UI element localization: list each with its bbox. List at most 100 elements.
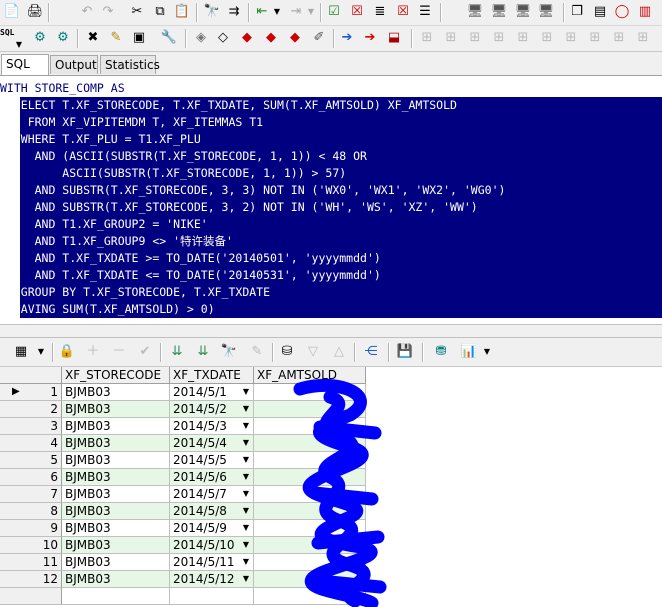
disabled-tool-icon: ⊞ bbox=[637, 30, 649, 45]
chevron-down-icon[interactable]: ▼ bbox=[478, 343, 496, 361]
eraser-clear-icon[interactable]: ◇ bbox=[214, 29, 232, 47]
windows-icon[interactable]: ❐ bbox=[568, 3, 586, 21]
session-connect-icon[interactable]: 🖥 bbox=[490, 3, 508, 21]
session-icon[interactable]: 🖥 bbox=[466, 3, 484, 21]
session-refresh-icon[interactable]: 🖥 bbox=[514, 3, 532, 21]
redo-icon[interactable]: ↷ bbox=[99, 3, 117, 21]
new-file-icon[interactable]: 📄 bbox=[3, 3, 21, 21]
stop-icon[interactable]: ⬓ bbox=[385, 29, 403, 47]
disabled-tool-icon: ⊞ bbox=[493, 30, 505, 45]
sql-line: AND T1.XF_GROUP9 <> '特许装备' bbox=[0, 234, 233, 248]
chevron-down-icon[interactable]: ▼ bbox=[10, 36, 28, 54]
cut-icon[interactable]: ✂ bbox=[128, 3, 146, 21]
remove-row-icon: － bbox=[112, 344, 126, 359]
clear-icon[interactable]: ☒ bbox=[394, 3, 412, 21]
wrench-icon[interactable]: 🔧 bbox=[160, 29, 178, 47]
sql-line: FROM XF_VIPITEMDM T, XF_ITEMMAS T1 bbox=[0, 115, 264, 129]
sql-line: HAVING SUM(T.XF_AMTSOLD) > 0) bbox=[0, 302, 215, 316]
toolbar-separator bbox=[440, 3, 442, 22]
save-icon[interactable]: 💾 bbox=[396, 343, 414, 361]
find-icon[interactable]: 🔭 bbox=[220, 343, 238, 361]
disabled-tool-icon: ⊞ bbox=[469, 30, 481, 45]
brush-icon[interactable]: ✐ bbox=[310, 29, 328, 47]
disabled-tool-icon: ⊞ bbox=[613, 30, 625, 45]
result-grid: XF_STORECODE XF_TXDATE XF_AMTSOLD ▶ 1 BJM… bbox=[0, 367, 662, 607]
tools-icon[interactable]: ✖ bbox=[84, 29, 102, 47]
single-record-icon[interactable]: ⋲ bbox=[362, 343, 380, 361]
uncomment-icon[interactable]: ☒ bbox=[348, 3, 366, 21]
sql-line: AND SUBSTR(T.XF_STORECODE, 3, 3) NOT IN … bbox=[0, 183, 506, 197]
list-icon[interactable]: ☰ bbox=[416, 3, 434, 21]
toolbar-separator bbox=[160, 343, 162, 362]
align-left-icon[interactable]: ≣ bbox=[371, 3, 389, 21]
toolbar-separator bbox=[320, 3, 322, 22]
grid-view-icon[interactable]: ▦ bbox=[12, 343, 30, 361]
eraser-brush-icon[interactable]: ◆ bbox=[286, 29, 304, 47]
sql-line: AND T.XF_TXDATE <= TO_DATE('20140531', '… bbox=[0, 268, 381, 282]
grid-toolbar: ▦ ▼ 🔒 ＋ － ✔ ⇊ ⇊ 🔭 ✎ ⛁ ▽ △ ⋲ 💾 ⛃ 📊 ▼ bbox=[0, 339, 662, 367]
print-icon[interactable]: 🖨 bbox=[26, 3, 44, 21]
sql-editor[interactable]: WITH STORE_COMP AS (SELECT T.XF_STORECOD… bbox=[0, 76, 662, 324]
sql-line: AND (ASCII(SUBSTR(T.XF_STORECODE, 1, 1))… bbox=[0, 149, 367, 163]
format-icon[interactable]: ▣ bbox=[130, 29, 148, 47]
comment-icon[interactable]: ☑ bbox=[325, 3, 343, 21]
next-record-icon: ▽ bbox=[308, 344, 318, 359]
query-by-example-icon[interactable]: ⛁ bbox=[278, 343, 296, 361]
execute-all-icon[interactable]: ⚙ bbox=[54, 29, 72, 47]
tab-output[interactable]: Output bbox=[50, 55, 98, 74]
paste-icon[interactable]: 📋 bbox=[173, 3, 191, 21]
sql-line: AND T1.XF_GROUP2 = 'NIKE' bbox=[0, 217, 208, 231]
session-close-icon[interactable]: 🖥 bbox=[537, 3, 555, 21]
toolbar-separator bbox=[48, 3, 50, 22]
sql-line: ASCII(SUBSTR(T.XF_STORECODE, 1, 1)) > 57… bbox=[0, 166, 347, 180]
sql-toolbar: SQL ▼ ⚙ ⚙ ✖ ✎ ▣ 🔧 ◈ ◇ ◆ ◆ ◆ ✐ ➔ ➔ ⬓ ⊞ ⊞ … bbox=[0, 26, 662, 52]
find-next-icon[interactable]: ⇉ bbox=[225, 3, 243, 21]
chevron-down-icon[interactable]: ▼ bbox=[302, 3, 320, 21]
pdf-icon[interactable]: ▥ bbox=[636, 3, 654, 21]
main-toolbar: 📄 🖨 ↶ ↷ ✂ ⧉ 📋 🔭 ⇉ ⇤ ▼ ⇥ ▼ ☑ ☒ ≣ ☒ ☰ 🖥 🖥 … bbox=[0, 0, 662, 26]
sql-line: WHERE T.XF_PLU = T1.XF_PLU bbox=[0, 132, 201, 146]
disabled-tool-icon: ⊞ bbox=[421, 30, 433, 45]
toolbar-separator bbox=[272, 343, 274, 362]
lock-icon[interactable]: 🔒 bbox=[58, 343, 76, 361]
toolbar-separator bbox=[354, 343, 356, 362]
disabled-tool-icon: ⊞ bbox=[445, 30, 457, 45]
copy-icon[interactable]: ⧉ bbox=[151, 3, 169, 21]
export-icon[interactable]: ⛃ bbox=[432, 343, 450, 361]
chevron-down-icon[interactable]: ▼ bbox=[268, 3, 286, 21]
chart-icon[interactable]: 📊 bbox=[460, 343, 478, 361]
sql-line: AND SUBSTR(T.XF_STORECODE, 3, 2) NOT IN … bbox=[0, 200, 478, 214]
tile-icon[interactable]: ▤ bbox=[591, 3, 609, 21]
disabled-tool-icon: ⊞ bbox=[565, 30, 577, 45]
eraser-icon[interactable]: ◈ bbox=[192, 29, 210, 47]
toolbar-separator bbox=[333, 29, 335, 48]
tab-sql[interactable]: SQL bbox=[1, 54, 49, 75]
toolbar-separator bbox=[563, 3, 565, 22]
toolbar-separator bbox=[185, 29, 187, 48]
chevron-down-icon[interactable]: ▼ bbox=[32, 343, 50, 361]
arrow-right-blue-icon[interactable]: ➔ bbox=[338, 29, 356, 47]
fetch-next-icon[interactable]: ⇊ bbox=[168, 343, 186, 361]
toolbar-separator bbox=[248, 3, 250, 22]
toolbar-separator bbox=[77, 29, 79, 48]
eraser-dot-icon[interactable]: ◆ bbox=[262, 29, 280, 47]
sql-line: AND T.XF_TXDATE >= TO_DATE('20140501', '… bbox=[0, 251, 381, 265]
edit-icon[interactable]: ✎ bbox=[107, 29, 125, 47]
undo-icon[interactable]: ↶ bbox=[78, 3, 96, 21]
add-row-icon: ＋ bbox=[86, 344, 100, 359]
splitter[interactable] bbox=[0, 324, 662, 338]
tab-statistics[interactable]: Statistics bbox=[100, 55, 160, 74]
toolbar-separator bbox=[422, 343, 424, 362]
find-icon[interactable]: 🔭 bbox=[203, 3, 221, 21]
sql-line: GROUP BY T.XF_STORECODE, T.XF_TXDATE bbox=[0, 285, 271, 299]
fetch-last-icon[interactable]: ⇊ bbox=[194, 343, 212, 361]
disabled-tool-icon: ⊞ bbox=[589, 30, 601, 45]
arrow-right-red-icon[interactable]: ➔ bbox=[361, 29, 379, 47]
editor-tabs: SQL Output Statistics bbox=[0, 53, 662, 76]
disabled-tool-icon: ⊞ bbox=[541, 30, 553, 45]
toolbar-separator bbox=[388, 343, 390, 362]
oracle-icon[interactable]: ◯ bbox=[613, 3, 631, 21]
toolbar-separator bbox=[196, 3, 198, 22]
execute-icon[interactable]: ⚙ bbox=[31, 29, 49, 47]
eraser-red-icon[interactable]: ◆ bbox=[238, 29, 256, 47]
